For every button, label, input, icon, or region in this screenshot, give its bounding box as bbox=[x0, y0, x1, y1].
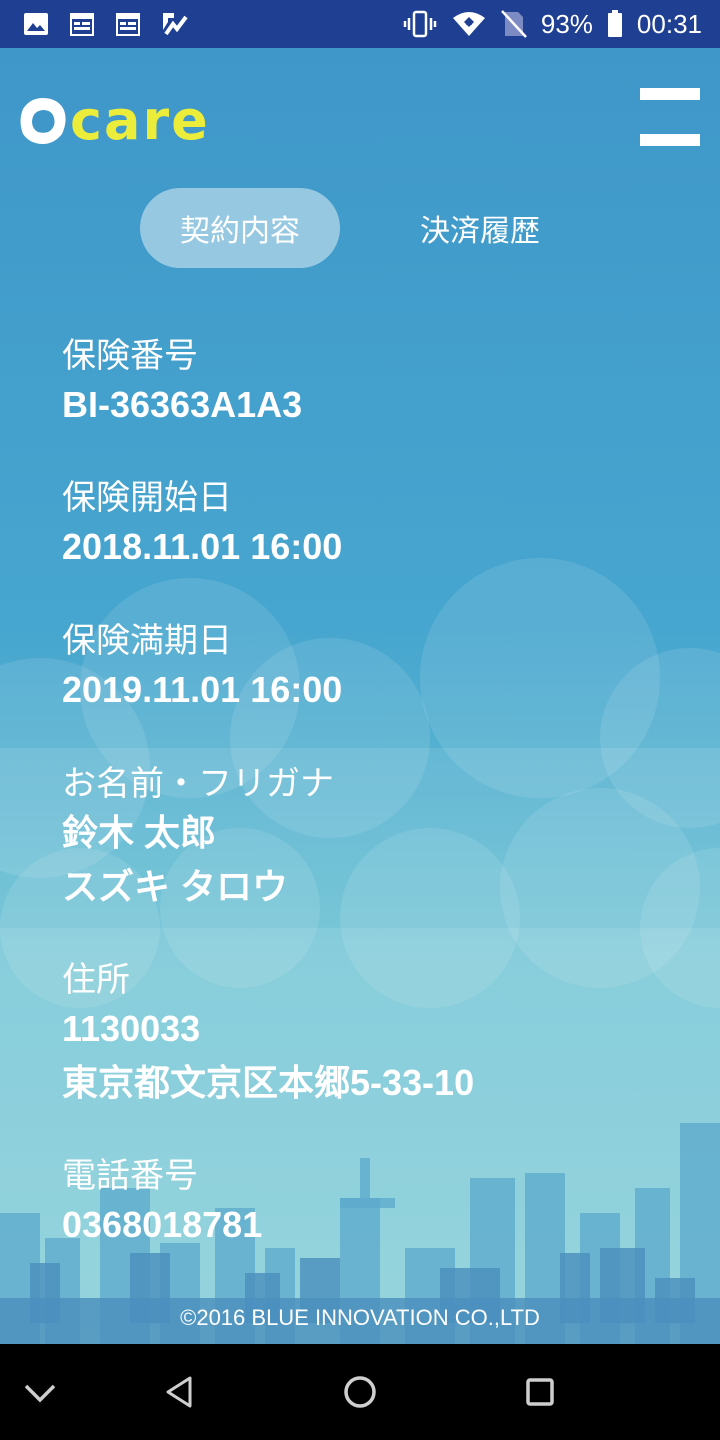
calendar-icon bbox=[70, 13, 94, 36]
contract-details-screen: care 契約内容 決済履歴 保険番号 BI-36363A1A3 保険開始日 2… bbox=[0, 48, 720, 1344]
field-label: お名前・フリガナ bbox=[62, 765, 334, 803]
tab-payment-history[interactable]: 決済履歴 bbox=[400, 188, 560, 268]
chevron-down-icon[interactable] bbox=[20, 1372, 60, 1412]
field-policy-number: 保険番号 BI-36363A1A3 bbox=[62, 334, 302, 432]
field-label: 保険満期日 bbox=[62, 622, 232, 660]
back-triangle-icon[interactable] bbox=[160, 1372, 200, 1412]
field-value-address: 東京都文京区本郷5-33-10 bbox=[62, 1062, 475, 1103]
clock: 00:31 bbox=[636, 8, 702, 39]
field-value: 2019.11.01 16:00 bbox=[62, 669, 343, 710]
field-address: 住所 1130033 東京都文京区本郷5-33-10 bbox=[62, 958, 474, 1110]
care-logo: care bbox=[18, 89, 210, 152]
calendar-icon bbox=[116, 13, 140, 36]
field-label: 保険開始日 bbox=[62, 479, 232, 517]
field-label: 保険番号 bbox=[62, 337, 198, 375]
field-expiry-date: 保険満期日 2019.11.01 16:00 bbox=[62, 619, 342, 717]
battery-icon bbox=[607, 10, 622, 37]
no-sim-icon bbox=[500, 10, 527, 38]
field-label: 住所 bbox=[62, 961, 130, 999]
copyright-footer: ©2016 BLUE INNOVATION CO.,LTD bbox=[180, 1305, 540, 1330]
tab-contract-details[interactable]: 契約内容 bbox=[140, 188, 340, 268]
field-name: お名前・フリガナ 鈴木 太郎 スズキ タロウ bbox=[62, 762, 334, 914]
field-label: 電話番号 bbox=[62, 1157, 198, 1195]
system-status: 93% 00:31 bbox=[403, 0, 702, 48]
home-circle-icon[interactable] bbox=[340, 1372, 380, 1412]
field-value-postal-code: 1130033 bbox=[62, 1008, 201, 1049]
notification-icons bbox=[22, 10, 188, 38]
field-value: BI-36363A1A3 bbox=[62, 384, 303, 425]
wifi-icon bbox=[452, 12, 485, 36]
check-app-icon bbox=[163, 13, 188, 36]
logo-wordmark: care bbox=[70, 89, 210, 152]
field-value: 鈴木 太郎 bbox=[62, 812, 217, 853]
status-bar: 93% 00:31 bbox=[0, 0, 720, 48]
field-start-date: 保険開始日 2018.11.01 16:00 bbox=[62, 476, 342, 574]
care-logo-icon bbox=[20, 98, 66, 144]
recents-square-icon[interactable] bbox=[520, 1372, 560, 1412]
field-phone: 電話番号 0368018781 bbox=[62, 1154, 262, 1252]
vibrate-icon bbox=[403, 10, 437, 38]
hamburger-menu-icon[interactable] bbox=[640, 88, 700, 148]
field-value-furigana: スズキ タロウ bbox=[62, 866, 289, 907]
battery-percent: 93% bbox=[540, 8, 593, 39]
field-value: 2018.11.01 16:00 bbox=[62, 526, 343, 567]
navigation-bar bbox=[0, 1344, 720, 1440]
image-icon bbox=[24, 13, 48, 35]
field-value: 0368018781 bbox=[62, 1204, 263, 1245]
